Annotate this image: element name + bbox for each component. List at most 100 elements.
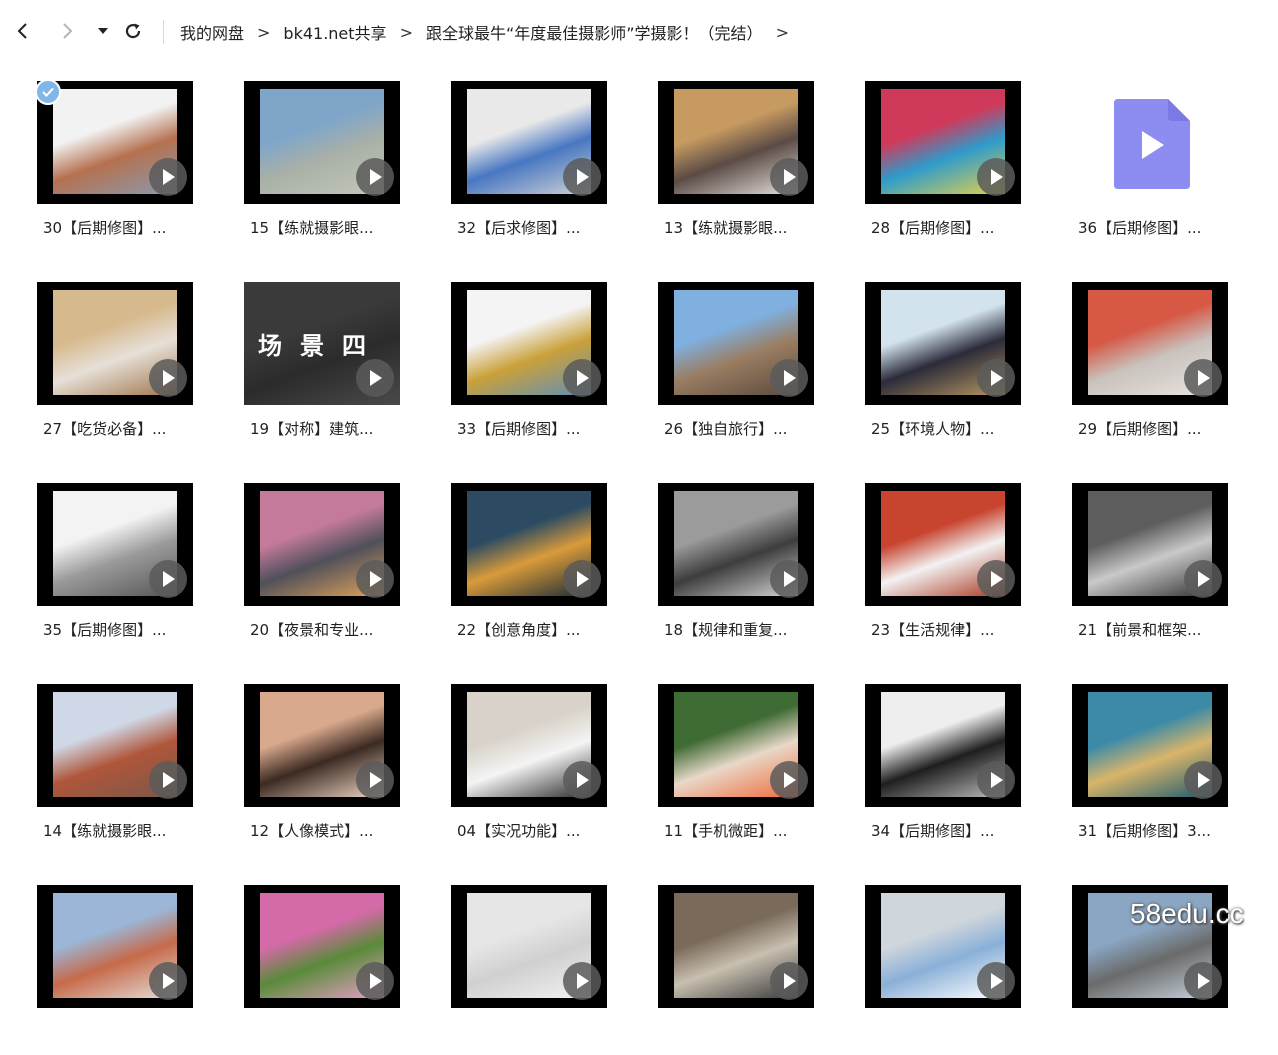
- video-thumbnail: [658, 282, 814, 405]
- play-badge: [563, 560, 601, 598]
- play-icon: [163, 571, 175, 587]
- play-icon: [163, 772, 175, 788]
- video-file-item[interactable]: 22【创意角度】...: [451, 483, 611, 653]
- file-name-label: 23【生活规律】...: [871, 621, 995, 639]
- video-file-item[interactable]: 14【练就摄影眼...: [37, 684, 197, 854]
- video-thumbnail: [1072, 483, 1228, 606]
- play-icon: [370, 169, 382, 185]
- play-badge: [149, 761, 187, 799]
- play-icon: [577, 571, 589, 587]
- file-name-label: 19【对称】建筑...: [250, 420, 374, 438]
- file-name-label: 21【前景和框架...: [1078, 621, 1202, 639]
- video-file-item[interactable]: 31【后期修图】3...: [1072, 684, 1232, 854]
- selection-checkbox[interactable]: [35, 79, 61, 105]
- video-file-icon: [1072, 81, 1228, 204]
- video-thumbnail: 场景四: [244, 282, 400, 405]
- video-file-item[interactable]: [865, 885, 1025, 1055]
- video-file-item[interactable]: 32【后求修图】...: [451, 81, 611, 251]
- video-thumbnail: [37, 885, 193, 1008]
- video-thumbnail: [244, 885, 400, 1008]
- play-icon: [370, 973, 382, 989]
- file-name-label: 34【后期修图】...: [871, 822, 995, 840]
- play-icon: [370, 571, 382, 587]
- play-badge: [563, 158, 601, 196]
- play-badge: [563, 359, 601, 397]
- video-file-item[interactable]: [658, 885, 818, 1055]
- video-file-item[interactable]: 29【后期修图】...: [1072, 282, 1232, 452]
- video-file-item[interactable]: 18【规律和重复...: [658, 483, 818, 653]
- play-badge: [149, 359, 187, 397]
- play-badge: [770, 359, 808, 397]
- file-name-label: 29【后期修图】...: [1078, 420, 1202, 438]
- play-icon: [784, 370, 796, 386]
- video-thumbnail: [37, 282, 193, 405]
- video-thumbnail: [658, 885, 814, 1008]
- video-file-item[interactable]: 30【后期修图】...: [35, 79, 197, 251]
- play-icon: [991, 370, 1003, 386]
- play-icon: [577, 772, 589, 788]
- file-name-label: 25【环境人物】...: [871, 420, 995, 438]
- play-icon: [991, 169, 1003, 185]
- play-icon: [577, 370, 589, 386]
- file-name-label: 11【手机微距】...: [664, 822, 788, 840]
- video-file-item[interactable]: 36【后期修图】...: [1072, 81, 1232, 251]
- video-thumbnail: [865, 684, 1021, 807]
- video-file-item[interactable]: 26【独自旅行】...: [658, 282, 818, 452]
- video-thumbnail: [1072, 684, 1228, 807]
- play-icon: [1198, 973, 1210, 989]
- video-thumbnail: [451, 483, 607, 606]
- play-icon: [577, 169, 589, 185]
- file-name-label: 31【后期修图】3...: [1078, 822, 1211, 840]
- video-thumbnail: [865, 81, 1021, 204]
- play-icon: [577, 973, 589, 989]
- video-file-item[interactable]: 04【实况功能】...: [451, 684, 611, 854]
- video-file-item[interactable]: 11【手机微距】...: [658, 684, 818, 854]
- play-icon: [784, 973, 796, 989]
- video-file-item[interactable]: 场景四 19【对称】建筑...: [244, 282, 404, 452]
- play-badge: [149, 962, 187, 1000]
- play-badge: [977, 158, 1015, 196]
- play-badge: [1184, 761, 1222, 799]
- video-thumbnail: [451, 282, 607, 405]
- video-file-item[interactable]: 35【后期修图】...: [37, 483, 197, 653]
- play-icon: [991, 973, 1003, 989]
- video-thumbnail: [865, 885, 1021, 1008]
- video-file-item[interactable]: 20【夜景和专业...: [244, 483, 404, 653]
- play-badge: [149, 560, 187, 598]
- file-name-label: 20【夜景和专业...: [250, 621, 374, 639]
- play-badge: [770, 962, 808, 1000]
- play-icon: [991, 571, 1003, 587]
- play-badge: [149, 158, 187, 196]
- play-icon: [370, 772, 382, 788]
- file-name-label: 22【创意角度】...: [457, 621, 581, 639]
- video-file-item[interactable]: 25【环境人物】...: [865, 282, 1025, 452]
- video-file-item[interactable]: 13【练就摄影眼...: [658, 81, 818, 251]
- watermark-text: 58edu.cc: [1130, 898, 1244, 929]
- video-file-item[interactable]: 15【练就摄影眼...: [244, 81, 404, 251]
- file-name-label: 27【吃货必备】...: [43, 420, 167, 438]
- file-name-label: 18【规律和重复...: [664, 621, 788, 639]
- video-file-item[interactable]: 28【后期修图】...: [865, 81, 1025, 251]
- play-icon: [991, 772, 1003, 788]
- play-badge: [356, 761, 394, 799]
- video-thumbnail: [451, 684, 607, 807]
- play-icon: [1198, 571, 1210, 587]
- play-icon: [784, 169, 796, 185]
- video-file-item[interactable]: 12【人像模式】...: [244, 684, 404, 854]
- video-file-item[interactable]: 33【后期修图】...: [451, 282, 611, 452]
- video-file-item[interactable]: 34【后期修图】...: [865, 684, 1025, 854]
- play-icon: [163, 169, 175, 185]
- video-file-item[interactable]: 21【前景和框架...: [1072, 483, 1232, 653]
- video-file-item[interactable]: 23【生活规律】...: [865, 483, 1025, 653]
- file-name-label: 26【独自旅行】...: [664, 420, 788, 438]
- video-file-item[interactable]: [37, 885, 197, 1055]
- play-icon: [1198, 772, 1210, 788]
- play-badge: [977, 560, 1015, 598]
- file-grid: 30【后期修图】... 15【练就摄影眼... 32【后求修图】... 13【练就摄影…: [0, 0, 1278, 1008]
- video-file-item[interactable]: 27【吃货必备】...: [37, 282, 197, 452]
- play-badge: [356, 359, 394, 397]
- video-file-item[interactable]: [244, 885, 404, 1055]
- play-badge: [563, 761, 601, 799]
- video-file-item[interactable]: [451, 885, 611, 1055]
- video-thumbnail: [37, 81, 193, 204]
